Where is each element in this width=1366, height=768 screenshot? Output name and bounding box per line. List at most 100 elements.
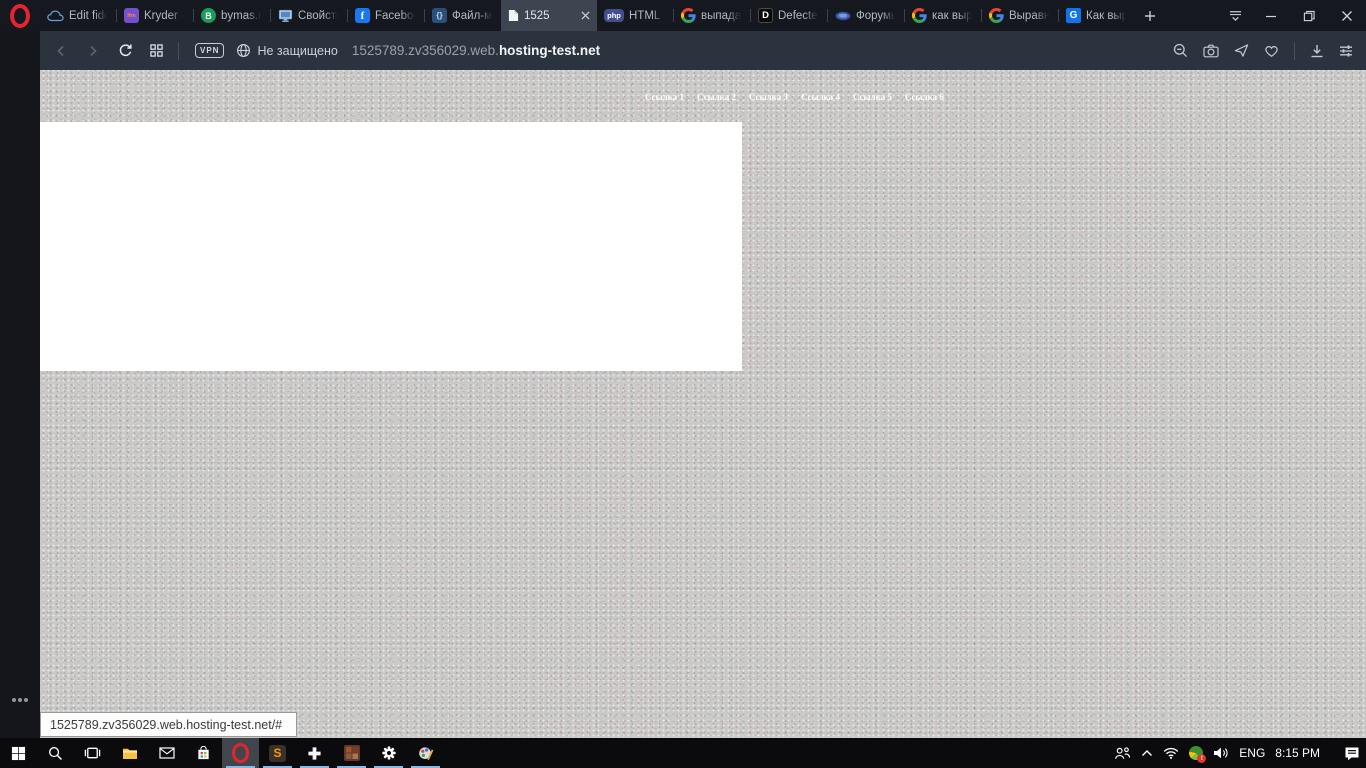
taskbar-mail-button[interactable] (148, 738, 185, 768)
tab-3[interactable]: Bbymas.ru (194, 0, 270, 31)
page-nav-menu: Ссылка 1 Ссылка 2 Ссылка 3 Ссылка 4 Ссылка 5… (645, 92, 944, 102)
tab-title: Kryder - (144, 10, 186, 22)
taskbar-task-view-button[interactable] (74, 738, 111, 768)
clock[interactable]: 8:15 PM (1275, 746, 1320, 760)
close-button[interactable] (1328, 0, 1366, 31)
addressbar-actions (1173, 42, 1366, 60)
tab-9[interactable]: выпада (674, 0, 750, 31)
tab-2[interactable]: lfmKryder - (117, 0, 193, 31)
address-bar: VPN Не защищено 1525789.zv356029.web.hos… (40, 31, 1366, 70)
monitor-icon (278, 8, 293, 23)
download-icon (1310, 44, 1324, 58)
minimize-icon (1265, 10, 1277, 22)
windows-taskbar: S ! ENG 8:15 PM (0, 738, 1366, 768)
volume-button[interactable] (1213, 747, 1229, 759)
chevron-up-icon (1141, 749, 1153, 757)
reload-button[interactable] (118, 43, 133, 58)
speed-dial-button[interactable] (150, 44, 163, 57)
system-tray: ! ENG 8:15 PM (1114, 738, 1366, 768)
camera-icon (1203, 44, 1219, 58)
tab-1[interactable]: Edit fidd (40, 0, 116, 31)
tab-6[interactable]: {} Файл-ме (425, 0, 501, 31)
sidebar-overflow-icon[interactable] (12, 698, 16, 702)
file-manager-icon: {} (432, 8, 447, 23)
page-content-box (40, 122, 742, 371)
taskbar-opera-button[interactable] (222, 738, 259, 768)
page-nav-link-2[interactable]: Ссылка 2 (697, 92, 736, 102)
tab-11[interactable]: Форумы (828, 0, 904, 31)
page-nav-link-6[interactable]: Ссылка 6 (905, 92, 944, 102)
people-button[interactable] (1114, 746, 1131, 760)
my-flow-button[interactable] (1234, 43, 1249, 58)
page-nav-link-3[interactable]: Ссылка 3 (749, 92, 788, 102)
browser-tabbar: Edit fiddlfmKryder -Bbymas.ruСвойствfFac… (0, 0, 1366, 31)
page-nav-link-4[interactable]: Ссылка 4 (801, 92, 840, 102)
back-button[interactable] (54, 44, 68, 58)
minimize-button[interactable] (1252, 0, 1290, 31)
find-button[interactable] (1173, 43, 1188, 58)
tab-4[interactable]: Свойств (271, 0, 347, 31)
tab-search-icon (1228, 9, 1243, 22)
magnifier-icon (1173, 43, 1188, 58)
antivirus-alert-badge: ! (1197, 754, 1206, 763)
tab-title: Форумы (856, 10, 897, 22)
page-icon (508, 9, 519, 22)
bymas-icon: B (201, 8, 216, 23)
tab-12[interactable]: как выр (905, 0, 981, 31)
snapshot-button[interactable] (1203, 44, 1219, 58)
taskbar-game-button[interactable] (333, 738, 370, 768)
tab-7-active[interactable]: 1525 (501, 0, 597, 31)
tab-5[interactable]: fFaceboo (348, 0, 424, 31)
taskbar-apps: S (0, 738, 444, 768)
tab-14[interactable]: GКак выр (1059, 0, 1135, 31)
security-label: Не защищено (257, 44, 337, 58)
forward-button[interactable] (86, 44, 100, 58)
easy-setup-button[interactable] (1339, 44, 1353, 58)
restore-button[interactable] (1290, 0, 1328, 31)
browser-sidebar (0, 31, 40, 738)
taskbar-white-app-button[interactable] (296, 738, 333, 768)
taskbar-settings-button[interactable] (370, 738, 407, 768)
antivirus-icon[interactable]: ! (1189, 746, 1203, 760)
window-controls (1252, 0, 1366, 31)
tab-title: Edit fidd (69, 10, 109, 22)
tab-13[interactable]: Выравн (982, 0, 1058, 31)
wifi-button[interactable] (1163, 747, 1179, 759)
addressbar-divider (1294, 42, 1295, 60)
bookmark-button[interactable] (1264, 44, 1279, 58)
tab-title: Defecte (778, 10, 820, 22)
tab-8[interactable]: php HTML и (597, 0, 673, 31)
taskbar-file-explorer-button[interactable] (111, 738, 148, 768)
opera-menu-button[interactable] (0, 0, 40, 31)
tab-title: 1525 (524, 10, 576, 22)
tab-title: Файл-ме (452, 10, 494, 22)
tab-title: bymas.ru (221, 10, 263, 22)
tab-search-button[interactable] (1218, 0, 1252, 31)
taskbar-store-button[interactable] (185, 738, 222, 768)
wifi-icon (1163, 747, 1179, 759)
restore-icon (1303, 10, 1315, 22)
tab-close-icon[interactable] (581, 11, 590, 20)
tab-10[interactable]: DDefecte (751, 0, 827, 31)
taskbar-start-button[interactable] (0, 738, 37, 768)
facebook-icon: f (355, 8, 370, 23)
tray-expand-button[interactable] (1141, 749, 1153, 757)
page-nav-link-5[interactable]: Ссылка 5 (853, 92, 892, 102)
downloads-button[interactable] (1310, 44, 1324, 58)
language-indicator[interactable]: ENG (1239, 746, 1265, 760)
page-nav-link-1[interactable]: Ссылка 1 (645, 92, 684, 102)
taskbar-sublime-text-button[interactable]: S (259, 738, 296, 768)
taskbar-search-button[interactable] (37, 738, 74, 768)
url-field[interactable]: 1525789.zv356029.web.hosting-test.net (352, 43, 1173, 58)
google-icon (989, 8, 1004, 23)
taskbar-paint-button[interactable] (407, 738, 444, 768)
php-icon: php (604, 9, 624, 22)
action-center-button[interactable] (1344, 746, 1360, 761)
tab-title: HTML и (629, 10, 666, 22)
new-tab-button[interactable] (1135, 0, 1165, 31)
vpn-badge[interactable]: VPN (195, 43, 224, 58)
site-security-button[interactable]: Не защищено (236, 43, 337, 58)
forward-icon (86, 44, 100, 58)
tab-title: Как выр (1086, 10, 1128, 22)
url-prefix: 1525789.zv356029.web. (352, 43, 499, 58)
